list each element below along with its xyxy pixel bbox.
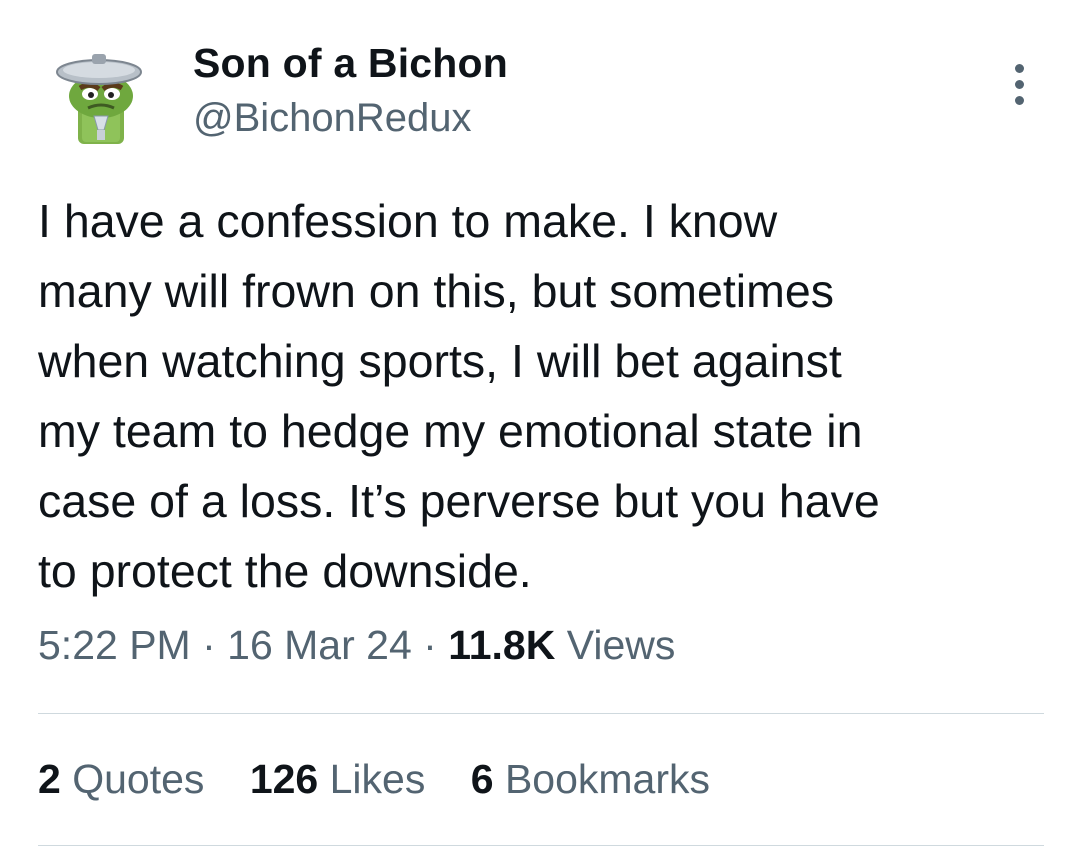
divider (38, 713, 1044, 714)
likes-label: Likes (318, 756, 426, 802)
meta-separator: · (190, 622, 228, 668)
tweet-time[interactable]: 5:22 PM (38, 622, 191, 668)
more-options-button[interactable] (1000, 60, 1040, 108)
tweet-metadata: 5:22 PM · 16 Mar 24 · 11.8K Views (38, 622, 675, 669)
divider (38, 845, 1044, 846)
grouch-in-trash-can-avatar-icon (56, 54, 142, 144)
author-handle[interactable]: @BichonRedux (193, 96, 472, 141)
bookmarks-stat-link[interactable]: 6 Bookmarks (471, 756, 710, 803)
tweet-detail: Son of a Bichon @BichonRedux I have a co… (0, 0, 1080, 851)
quotes-count: 2 (38, 756, 61, 802)
tweet-text: I have a confession to make. I know many… (38, 195, 880, 597)
quotes-stat-link[interactable]: 2 Quotes (38, 756, 204, 803)
avatar[interactable] (42, 38, 160, 156)
more-vertical-icon-dot (1015, 80, 1024, 89)
more-vertical-icon-dot (1015, 96, 1024, 105)
quotes-label: Quotes (60, 756, 205, 802)
bookmarks-label: Bookmarks (493, 756, 711, 802)
more-vertical-icon (1015, 64, 1024, 73)
engagement-stats: 2 Quotes 126 Likes 6 Bookmarks (38, 756, 744, 803)
tweet-date[interactable]: 16 Mar 24 (227, 622, 412, 668)
views-label: Views (555, 622, 676, 668)
meta-separator: · (411, 622, 449, 668)
bookmarks-count: 6 (470, 756, 494, 802)
author-display-name[interactable]: Son of a Bichon (193, 40, 508, 87)
likes-count: 126 (249, 756, 319, 802)
views-count: 11.8K (448, 622, 556, 668)
likes-stat-link[interactable]: 126 Likes (250, 756, 426, 803)
